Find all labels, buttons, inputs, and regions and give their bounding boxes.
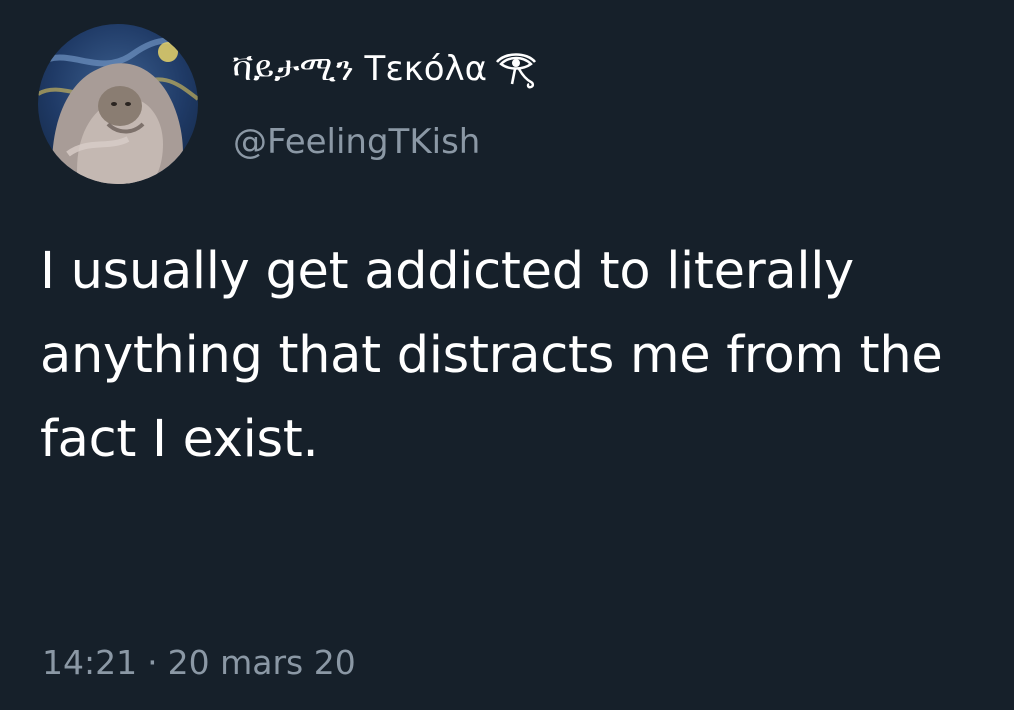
- tweet-time: 14:21: [42, 643, 138, 682]
- author-handle[interactable]: @FeelingTKish: [233, 118, 480, 166]
- author-display-name[interactable]: ቫይታሚን Τεκόλα: [232, 44, 539, 94]
- display-name-text: ቫይታሚን Τεκόλα: [232, 49, 488, 89]
- tweet-timestamp[interactable]: 14:21 · 20 mars 20: [42, 638, 356, 688]
- meta-separator: ·: [147, 643, 158, 682]
- tweet-body-text: I usually get addicted to literally anyt…: [40, 242, 943, 469]
- avatar[interactable]: [38, 24, 198, 184]
- tweet-card: ቫይታሚን Τεκόλα @FeelingTKish I usually get…: [0, 0, 1014, 710]
- eye-of-horus-icon: [496, 52, 537, 88]
- tweet-date: 20 mars 20: [167, 643, 356, 682]
- avatar-image: [38, 24, 198, 184]
